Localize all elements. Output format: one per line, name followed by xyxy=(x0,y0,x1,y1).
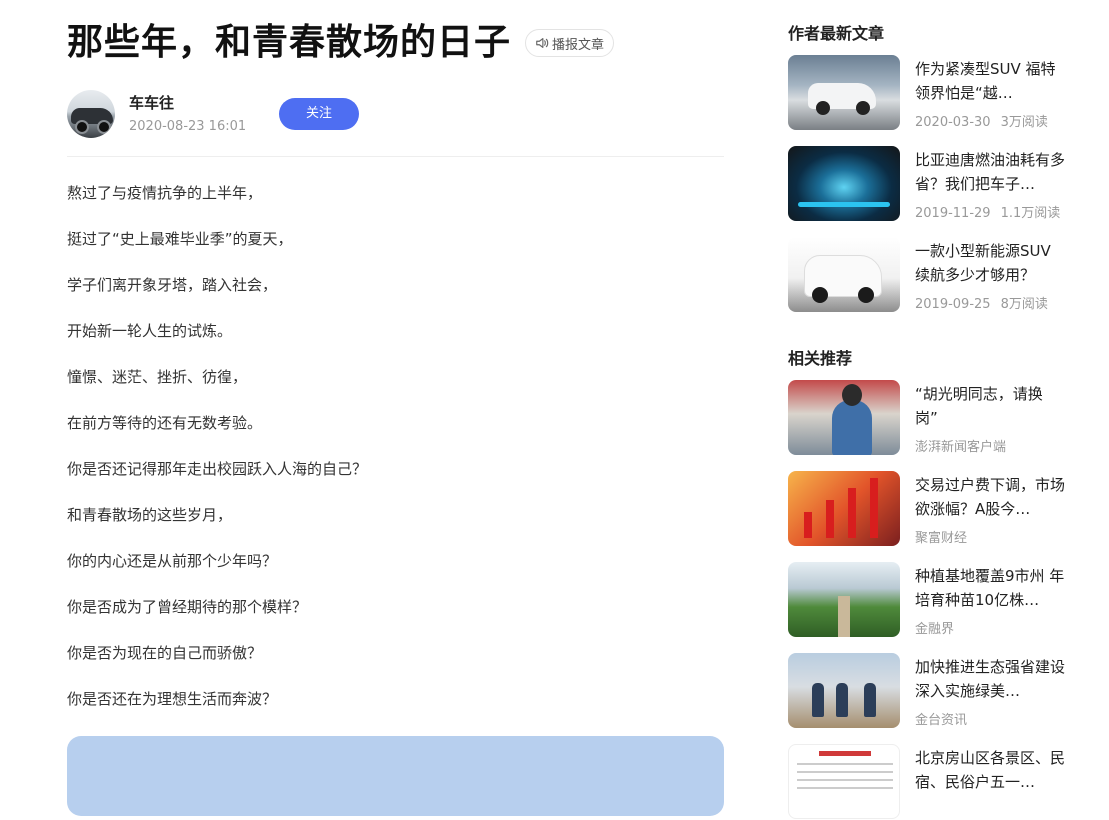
article-thumbnail[interactable] xyxy=(788,653,900,728)
article-thumbnail[interactable] xyxy=(788,55,900,130)
article-title-link[interactable]: 一款小型新能源SUV续航多少才够用？ xyxy=(915,239,1065,287)
article-title: 那些年，和青春散场的日子 xyxy=(67,22,512,63)
author-article-item[interactable]: 一款小型新能源SUV续航多少才够用？ 2019-09-25 8万阅读 xyxy=(788,237,1078,313)
listen-article-button[interactable]: 播报文章 xyxy=(525,29,615,57)
related-article-item[interactable]: 种植基地覆盖9市州 年培育种苗10亿株… 金融界 xyxy=(788,562,1078,638)
related-article-item[interactable]: 交易过户费下调，市场欲涨幅？A股今… 聚富财经 xyxy=(788,471,1078,547)
paragraph: 你是否为现在的自己而骄傲？ xyxy=(67,644,263,662)
author-name[interactable]: 车车往 xyxy=(129,92,174,113)
related-article-item[interactable]: 加快推进生态强省建设 深入实施绿美… 金台资讯 xyxy=(788,653,1078,729)
article-date: 2020-03-30 xyxy=(915,115,991,130)
title-row: 那些年，和青春散场的日子 播报文章 xyxy=(67,20,615,66)
article-meta: 2020-03-30 3万阅读 xyxy=(915,111,1048,130)
paragraph: 你的内心还是从前那个少年吗？ xyxy=(67,552,278,570)
article-meta: 2019-09-25 8万阅读 xyxy=(915,293,1048,312)
article-source: 澎湃新闻客户端 xyxy=(915,440,1007,455)
paragraph: 开始新一轮人生的试炼。 xyxy=(67,322,233,340)
article-source: 聚富财经 xyxy=(915,531,968,546)
paragraph: 学子们离开象牙塔，踏入社会， xyxy=(67,276,278,294)
avatar[interactable] xyxy=(67,90,115,138)
author-latest-title: 作者最新文章 xyxy=(788,24,885,43)
article-title-link[interactable]: 作为紧凑型SUV 福特领界怕是“越… xyxy=(915,57,1065,105)
article-source: 金融界 xyxy=(915,622,955,637)
paragraph: 憧憬、迷茫、挫折、彷徨， xyxy=(67,368,248,386)
article-reads: 8万阅读 xyxy=(1000,297,1048,312)
paragraph: 你是否还在为理想生活而奔波？ xyxy=(67,690,278,708)
article-thumbnail[interactable] xyxy=(788,146,900,221)
related-article-item[interactable]: “胡光明同志，请换岗” 澎湃新闻客户端 xyxy=(788,380,1078,456)
article-image xyxy=(67,736,724,816)
related-title: 相关推荐 xyxy=(788,349,853,368)
article-source: 金台资讯 xyxy=(915,713,968,728)
author-article-item[interactable]: 作为紧凑型SUV 福特领界怕是“越… 2020-03-30 3万阅读 xyxy=(788,55,1078,131)
paragraph: 你是否成为了曾经期待的那个模样？ xyxy=(67,598,308,616)
follow-button[interactable]: 关注 xyxy=(279,98,359,130)
article-reads: 3万阅读 xyxy=(1000,115,1048,130)
article-reads: 1.1万阅读 xyxy=(1000,206,1061,221)
listen-article-label: 播报文章 xyxy=(552,37,605,53)
article-date: 2019-11-29 xyxy=(915,206,991,221)
article-date: 2019-09-25 xyxy=(915,297,991,312)
paragraph: 你是否还记得那年走出校园跃入人海的自己？ xyxy=(67,460,368,478)
article-title-link[interactable]: “胡光明同志，请换岗” xyxy=(915,382,1065,430)
author-article-item[interactable]: 比亚迪唐燃油油耗有多省？我们把车子… 2019-11-29 1.1万阅读 xyxy=(788,146,1078,222)
article-title-link[interactable]: 北京房山区各景区、民宿、民俗户五一… xyxy=(915,746,1065,794)
publish-date: 2020-08-23 16:01 xyxy=(129,119,247,134)
article-thumbnail[interactable] xyxy=(788,744,900,819)
paragraph: 和青春散场的这些岁月， xyxy=(67,506,233,524)
article-thumbnail[interactable] xyxy=(788,562,900,637)
related-article-item[interactable]: 北京房山区各景区、民宿、民俗户五一… xyxy=(788,744,1078,820)
speaker-icon xyxy=(536,38,549,48)
article-title-link[interactable]: 交易过户费下调，市场欲涨幅？A股今… xyxy=(915,473,1065,521)
article-thumbnail[interactable] xyxy=(788,380,900,455)
paragraph: 在前方等待的还有无数考验。 xyxy=(67,414,263,432)
paragraph: 熬过了与疫情抗争的上半年， xyxy=(67,184,263,202)
paragraph: 挺过了“史上最难毕业季”的夏天， xyxy=(67,230,293,248)
author-bar: 车车往 2020-08-23 16:01 关注 xyxy=(67,90,724,157)
article-body: 熬过了与疫情抗争的上半年， 挺过了“史上最难毕业季”的夏天， 学子们离开象牙塔，… xyxy=(67,180,367,732)
article-meta: 2019-11-29 1.1万阅读 xyxy=(915,202,1060,221)
article-title-link[interactable]: 比亚迪唐燃油油耗有多省？我们把车子… xyxy=(915,148,1065,196)
article-title-link[interactable]: 种植基地覆盖9市州 年培育种苗10亿株… xyxy=(915,564,1065,612)
article-thumbnail[interactable] xyxy=(788,237,900,312)
article-thumbnail[interactable] xyxy=(788,471,900,546)
article-title-link[interactable]: 加快推进生态强省建设 深入实施绿美… xyxy=(915,655,1065,703)
